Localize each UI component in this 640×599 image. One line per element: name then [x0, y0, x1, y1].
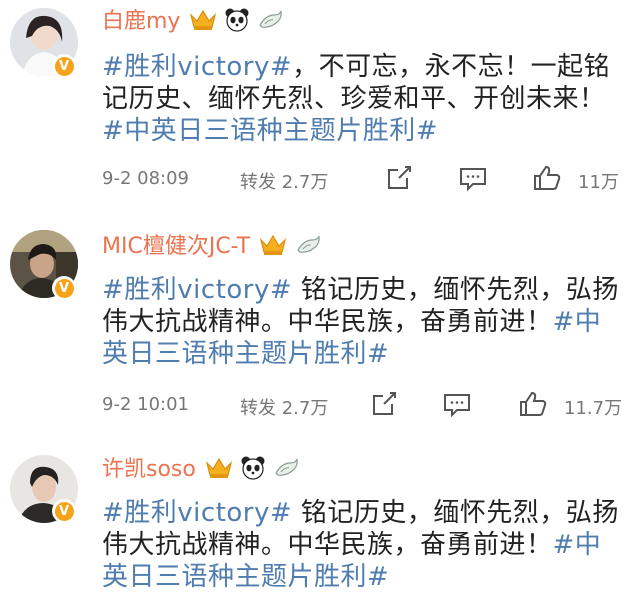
post-text: 记历史、缅怀先烈、珍爱和平、开创未来！: [102, 84, 606, 114]
user-header: 白鹿my: [102, 6, 284, 38]
post-actions: 9-2 10:01 转发 2.7万 11.7万: [102, 390, 632, 420]
topic-link[interactable]: 英日三语种主题片胜利#: [102, 339, 389, 369]
verified-badge-icon: V: [52, 276, 76, 300]
username[interactable]: 白鹿my: [102, 7, 180, 37]
crown-vip-icon[interactable]: [204, 455, 234, 485]
like-count: 11.7万: [564, 398, 623, 419]
crown-vip-icon[interactable]: [258, 232, 288, 262]
topic-link[interactable]: #胜利victory#: [102, 498, 292, 528]
post-time: 9-2 08:09: [102, 168, 189, 189]
post-text: 铭记历史，缅怀先烈，弘扬: [292, 498, 619, 528]
topic-link[interactable]: 英日三语种主题片胜利#: [102, 562, 389, 592]
post-time: 9-2 10:01: [102, 394, 189, 415]
post-content: #胜利victory# 铭记历史，缅怀先烈，弘扬 伟大抗战精神。中华民族，奋勇前…: [102, 497, 622, 593]
topic-link[interactable]: #胜利victory#: [102, 275, 292, 305]
like-icon[interactable]: [518, 390, 548, 423]
bird-icon[interactable]: [294, 232, 322, 262]
bird-icon[interactable]: [256, 7, 284, 37]
user-header: 许凯soso: [102, 454, 300, 486]
username[interactable]: MIC檀健次JC-T: [102, 232, 250, 262]
share-icon[interactable]: [385, 164, 413, 197]
post-text: 铭记历史，缅怀先烈，弘扬: [292, 275, 619, 305]
panda-icon[interactable]: [224, 7, 250, 37]
post-text: ，不可忘，永不忘！一起铭: [292, 52, 611, 82]
bird-icon[interactable]: [272, 455, 300, 485]
like-count: 11万: [578, 172, 619, 193]
verified-badge-icon: V: [52, 54, 76, 78]
repost-button[interactable]: 转发 2.7万: [240, 168, 328, 194]
topic-link[interactable]: #中英日三语种主题片胜利#: [102, 116, 438, 146]
topic-link[interactable]: #胜利victory#: [102, 52, 292, 82]
username[interactable]: 许凯soso: [102, 455, 196, 485]
repost-label: 转发: [240, 172, 276, 193]
verified-badge-icon: V: [52, 499, 76, 523]
topic-link[interactable]: #中: [553, 307, 602, 337]
post-content: #胜利victory# 铭记历史，缅怀先烈，弘扬 伟大抗战精神。中华民族，奋勇前…: [102, 274, 622, 370]
post-text: 伟大抗战精神。中华民族，奋勇前进！: [102, 307, 553, 337]
repost-label: 转发: [240, 398, 276, 419]
repost-count: 2.7万: [281, 398, 329, 419]
repost-count: 2.7万: [281, 172, 329, 193]
post-content: #胜利victory#，不可忘，永不忘！一起铭 记历史、缅怀先烈、珍爱和平、开创…: [102, 51, 622, 147]
repost-button[interactable]: 转发 2.7万: [240, 394, 328, 420]
user-header: MIC檀健次JC-T: [102, 231, 322, 263]
share-icon[interactable]: [370, 390, 398, 423]
crown-vip-icon[interactable]: [188, 7, 218, 37]
post-actions: 9-2 08:09 转发 2.7万 11万: [102, 164, 632, 194]
post-text: 伟大抗战精神。中华民族，奋勇前进！: [102, 530, 553, 560]
comment-icon[interactable]: [442, 392, 472, 423]
comment-icon[interactable]: [458, 166, 488, 197]
like-icon[interactable]: [532, 164, 562, 197]
panda-icon[interactable]: [240, 455, 266, 485]
topic-link[interactable]: #中: [553, 530, 602, 560]
